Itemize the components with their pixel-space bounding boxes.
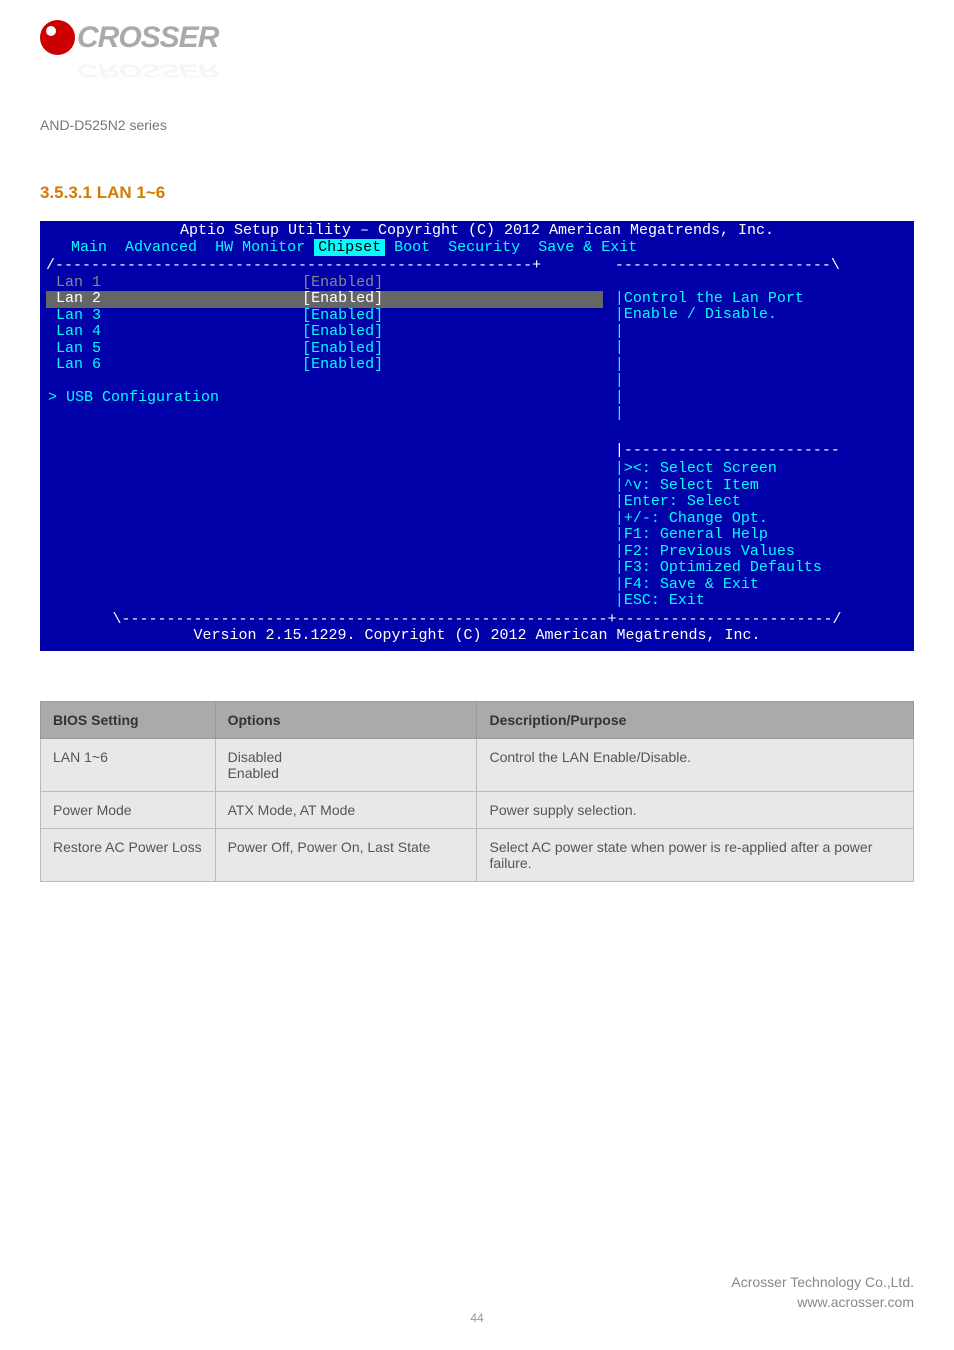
bios-help-desc: |Control the Lan Port |Enable / Disable.… [615, 275, 908, 423]
tab-saveexit[interactable]: Save & Exit [538, 239, 637, 256]
footer: Acrosser Technology Co.,Ltd. www.acrosse… [731, 1274, 914, 1310]
logo: CROSSER [40, 20, 914, 55]
logo-reflection: CROSSER [77, 60, 914, 80]
table-row: Restore AC Power Loss Power Off, Power O… [41, 828, 914, 881]
bios-title: Aptio Setup Utility – Copyright (C) 2012… [46, 223, 908, 240]
table-row: Power Mode ATX Mode, AT Mode Power suppl… [41, 791, 914, 828]
bios-divider: \---------------------------------------… [46, 612, 908, 629]
bios-item-lan4[interactable]: Lan 4 [Enabled] [46, 324, 603, 341]
bios-key-help: |><: Select Screen |^v: Select Item |Ent… [615, 461, 908, 610]
tab-chipset[interactable]: Chipset [314, 239, 385, 256]
th-setting: BIOS Setting [41, 701, 216, 738]
settings-table: BIOS Setting Options Description/Purpose… [40, 701, 914, 882]
bios-item-lan1[interactable]: Lan 1 [Enabled] [46, 275, 603, 292]
th-desc: Description/Purpose [477, 701, 914, 738]
footer-company: Acrosser Technology Co.,Ltd. [731, 1274, 914, 1290]
bios-version: Version 2.15.1229. Copyright (C) 2012 Am… [46, 628, 908, 645]
bios-screenshot: Aptio Setup Utility – Copyright (C) 2012… [40, 221, 914, 651]
bios-divider: /---------------------------------------… [46, 258, 603, 275]
bios-tabs: Main Advanced HW Monitor Chipset Boot Se… [46, 240, 908, 257]
th-options: Options [215, 701, 477, 738]
logo-icon [40, 20, 75, 55]
bios-item-lan6[interactable]: Lan 6 [Enabled] [46, 357, 603, 374]
logo-text: CROSSER [77, 21, 218, 55]
bios-divider: ------------------------\ [615, 258, 908, 275]
bios-item-lan3[interactable]: Lan 3 [Enabled] [46, 308, 603, 325]
bios-usb-config[interactable]: > USB Configuration [46, 390, 603, 407]
tab-hwmonitor[interactable]: HW Monitor [215, 239, 305, 256]
bios-divider: |------------------------ [615, 443, 908, 460]
tab-security[interactable]: Security [448, 239, 520, 256]
page-number: 44 [0, 1311, 954, 1325]
bios-item-lan2[interactable]: Lan 2 [Enabled] [46, 291, 603, 308]
tab-boot[interactable]: Boot [394, 239, 430, 256]
bios-item-lan5[interactable]: Lan 5 [Enabled] [46, 341, 603, 358]
section-title: 3.5.3.1 LAN 1~6 [40, 183, 914, 203]
tab-main[interactable]: Main [71, 239, 107, 256]
tab-advanced[interactable]: Advanced [125, 239, 197, 256]
footer-url: www.acrosser.com [731, 1294, 914, 1310]
model-line: AND-D525N2 series [40, 117, 914, 133]
table-row: LAN 1~6 Disabled Enabled Control the LAN… [41, 738, 914, 791]
